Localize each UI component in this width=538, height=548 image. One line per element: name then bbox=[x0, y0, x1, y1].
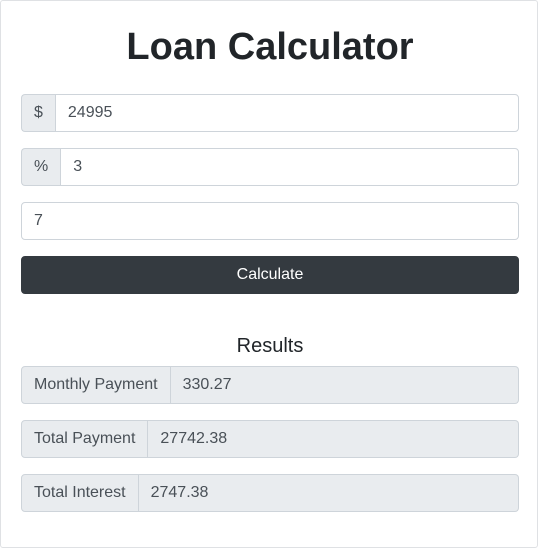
interest-input-group: % bbox=[21, 148, 519, 186]
calculate-button[interactable]: Calculate bbox=[21, 256, 519, 294]
interest-input[interactable] bbox=[60, 148, 519, 186]
monthly-payment-value: 330.27 bbox=[170, 366, 519, 404]
percent-sign-addon: % bbox=[21, 148, 61, 186]
total-interest-label: Total Interest bbox=[21, 474, 139, 512]
total-payment-value: 27742.38 bbox=[148, 420, 519, 458]
page-title: Loan Calculator bbox=[126, 26, 414, 68]
results-heading: Results bbox=[236, 335, 304, 357]
total-payment-row: Total Payment 27742.38 bbox=[21, 420, 519, 458]
amount-input[interactable] bbox=[54, 94, 519, 132]
total-interest-value: 2747.38 bbox=[138, 474, 519, 512]
years-input-group bbox=[21, 202, 519, 240]
years-input[interactable] bbox=[21, 202, 519, 240]
monthly-payment-label: Monthly Payment bbox=[21, 366, 171, 404]
dollar-sign-addon: $ bbox=[21, 94, 55, 132]
total-interest-row: Total Interest 2747.38 bbox=[21, 474, 519, 512]
loan-calculator-card: Loan Calculator $ % Calculate Results Mo… bbox=[0, 0, 538, 548]
monthly-payment-row: Monthly Payment 330.27 bbox=[21, 366, 519, 404]
total-payment-label: Total Payment bbox=[21, 420, 149, 458]
amount-input-group: $ bbox=[21, 94, 519, 132]
